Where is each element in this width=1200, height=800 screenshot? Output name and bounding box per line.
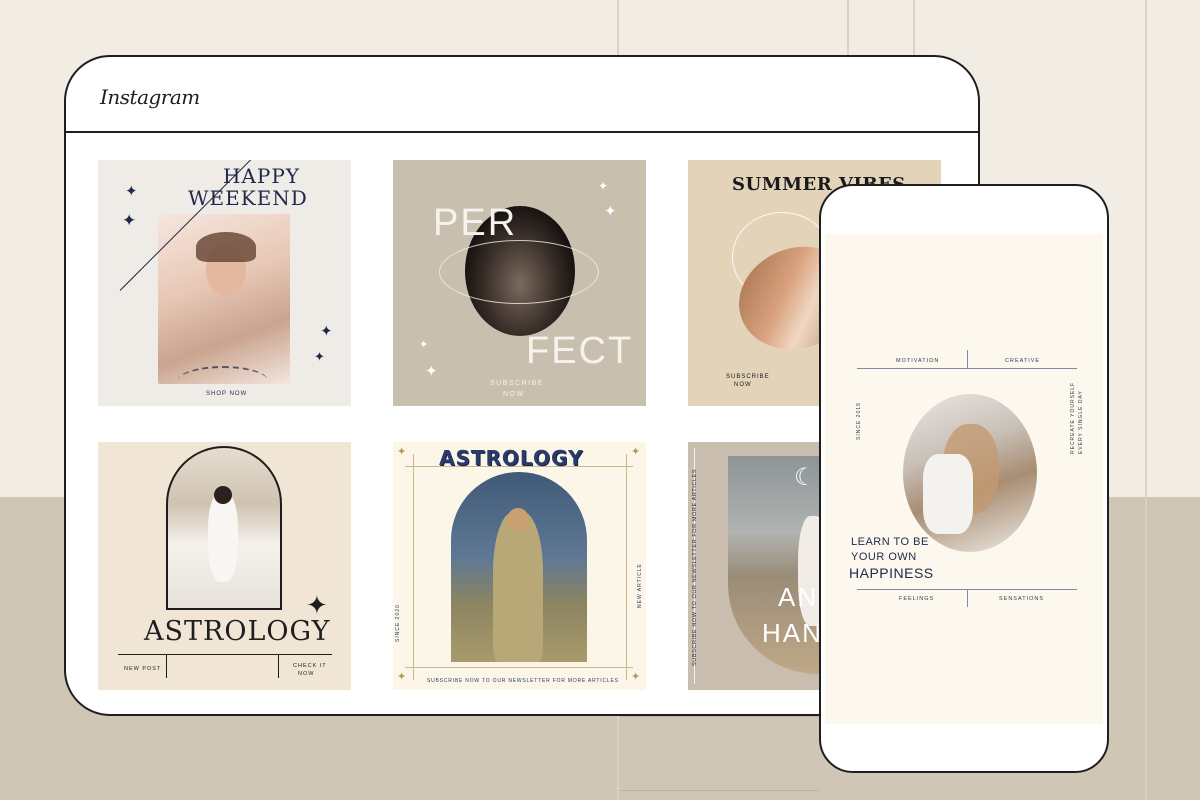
- post-cta-line2: NOW: [503, 391, 525, 398]
- post-cta-line1: SUBSCRIBE: [726, 374, 770, 380]
- background-divider: [913, 0, 915, 60]
- background-divider: [619, 790, 819, 791]
- phone-label-creative: CREATIVE: [1005, 358, 1041, 364]
- divider: [278, 654, 279, 678]
- phone-side-left: SINCE 2019: [856, 402, 862, 440]
- post-right-label-line1: CHECK IT: [293, 663, 327, 669]
- sparkle-icon: ✦: [631, 671, 641, 683]
- frame-line: [626, 454, 627, 680]
- phone-device: MOTIVATION CREATIVE SINCE 2019 RECREATE …: [819, 184, 1109, 773]
- post-cta: SHOP NOW: [206, 391, 248, 397]
- phone-side-right-line2: EVERY SINGLE DAY: [1078, 390, 1084, 454]
- post-title-line2: WEEKEND: [188, 186, 308, 210]
- post-astrology-newsletter[interactable]: ✦ ✦ ✦ ✦ ASTROLOGY SINCE 2020 NEW ARTICLE…: [393, 442, 646, 690]
- phone-label-feelings: FEELINGS: [899, 596, 935, 602]
- post-side-left: SINCE 2020: [395, 604, 401, 642]
- sparkle-icon: ✦: [397, 446, 407, 458]
- post-side-right: NEW ARTICLE: [637, 563, 643, 608]
- divider: [857, 368, 1077, 369]
- post-cta-line1: SUBSCRIBE: [490, 380, 544, 387]
- divider: [967, 350, 968, 368]
- sparkle-icon: ✦: [419, 339, 429, 351]
- post-right-label-line2: NOW: [298, 671, 315, 677]
- post-cta-line2: NOW: [734, 382, 752, 388]
- post-photo: [158, 214, 290, 384]
- sparkle-icon: ✦: [314, 349, 325, 364]
- post-photo: [166, 446, 282, 610]
- background-divider: [847, 0, 849, 60]
- background-divider: [1145, 0, 1147, 800]
- post-perfect[interactable]: PER FECT ✦ ✦ ✦ ✦ SUBSCRIBE NOW: [393, 160, 646, 406]
- post-title-bottom: FECT: [526, 330, 634, 372]
- post-left-label: NEW POST: [124, 666, 162, 672]
- divider: [967, 589, 968, 607]
- phone-photo: [903, 394, 1037, 552]
- phone-post[interactable]: MOTIVATION CREATIVE SINCE 2019 RECREATE …: [825, 234, 1103, 724]
- phone-label-sensations: SENSATIONS: [999, 596, 1045, 602]
- phone-label-motivation: MOTIVATION: [896, 358, 940, 364]
- sparkle-icon: ✦: [631, 446, 641, 458]
- sparkle-icon: ✦: [320, 323, 333, 340]
- phone-headline-line3: HAPPINESS: [849, 565, 934, 581]
- post-photo: [451, 472, 587, 662]
- orbit-ring: [439, 240, 599, 304]
- sparkle-icon: ✦: [598, 179, 609, 193]
- post-astrology-arch[interactable]: ✦ ASTROLOGY NEW POST CHECK IT NOW: [98, 442, 351, 690]
- post-happy-weekend[interactable]: HAPPY WEEKEND ✦ ✦ ✦ ✦ SHOP NOW: [98, 160, 351, 406]
- sparkle-icon: ✦: [125, 183, 138, 200]
- background-divider: [619, 716, 819, 717]
- post-title: ASTROLOGY: [439, 446, 584, 470]
- sparkle-icon: ✦: [604, 203, 617, 220]
- moon-icon: ☾: [794, 464, 816, 491]
- post-footer: SUBSCRIBE NOW TO OUR NEWSLETTER FOR MORE…: [427, 678, 619, 684]
- instagram-logo[interactable]: Instagram: [100, 85, 200, 109]
- sparkle-icon: ✦: [425, 363, 438, 380]
- frame-line: [405, 667, 633, 668]
- sparkle-icon: ✦: [306, 590, 328, 620]
- post-title: ASTROLOGY: [144, 616, 331, 647]
- divider: [118, 654, 332, 655]
- phone-headline-line2: YOUR OWN: [851, 551, 917, 563]
- browser-header: Instagram: [66, 57, 978, 133]
- divider: [166, 654, 167, 678]
- post-side-text: SUBSCRIBE NOW TO OUR NEWSLETTER FOR MORE…: [692, 468, 698, 666]
- sparkle-icon: ✦: [122, 211, 137, 230]
- sparkle-icon: ✦: [397, 671, 407, 683]
- phone-side-right-line1: RECREATE YOURSELF: [1070, 381, 1076, 454]
- frame-line: [413, 454, 414, 680]
- post-title-top: PER: [433, 202, 518, 244]
- phone-headline-line1: LEARN TO BE: [851, 536, 929, 548]
